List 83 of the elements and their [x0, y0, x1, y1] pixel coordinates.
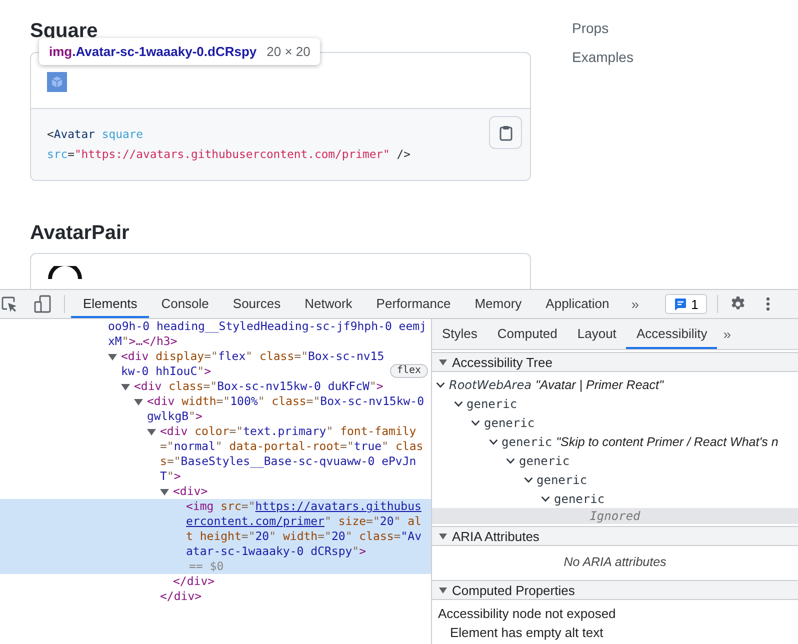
panel-tab[interactable]: Performance	[364, 290, 463, 318]
accessibility-name: "Skip to content Primer / React What's n	[556, 434, 778, 448]
sidebar-tab[interactable]: Styles	[432, 319, 488, 349]
expand-triangle-icon[interactable]	[439, 586, 447, 594]
section-title: Computed Properties	[452, 582, 575, 598]
property-text: Element has empty alt text	[450, 625, 604, 640]
console-reference: == $0	[189, 559, 224, 573]
dom-node-row[interactable]: <div>	[0, 484, 431, 499]
dom-node-text: <div class="Box-sc-nv15kw-0 duKFcW">	[134, 379, 384, 394]
panel-tab[interactable]: Network	[292, 290, 364, 318]
dom-node-text: <div color="text.primary" font-family ="normal" data-portal-root="true" class="BaseStyles__Base-sc-qvuaww-0 ePvJnT">	[160, 424, 424, 484]
section-title: Accessibility Tree	[452, 354, 552, 370]
more-tabs-button[interactable]: »	[717, 319, 738, 349]
message-icon	[674, 298, 688, 310]
ignored-row[interactable]: Ignored	[432, 508, 798, 524]
clipboard-icon	[498, 124, 512, 140]
dom-node-text: </div>	[173, 574, 215, 589]
toc-link[interactable]: Examples	[572, 48, 634, 66]
accessibility-role[interactable]: generic	[554, 492, 605, 506]
sidebar-tab[interactable]: Computed	[487, 319, 568, 349]
element-selector: img.Avatar-sc-1waaaky-0.dCRspy	[49, 44, 257, 59]
accessibility-role[interactable]: generic	[502, 434, 552, 448]
section-heading: AvatarPair	[30, 222, 130, 244]
section-heading: Square	[30, 20, 99, 42]
dom-node-row[interactable]: oo9h-0 heading__StyledHeading-sc-jf9hph-0 eemjxM">…</h3>	[0, 319, 431, 349]
flex-badge[interactable]: flex	[390, 364, 428, 378]
accessibility-role[interactable]: generic	[484, 416, 535, 430]
dom-node-text: </div>	[160, 589, 202, 604]
dom-node-row[interactable]: <div color="text.primary" font-family ="normal" data-portal-root="true" class="BaseStyles__Base-sc-qvuaww-0 ePvJnT">	[0, 424, 431, 484]
section-header[interactable]: Accessibility Tree	[432, 352, 798, 372]
dom-node-text: oo9h-0 heading__StyledHeading-sc-jf9hph-0 eemjxM">…</h3>	[108, 319, 428, 349]
chevron-icon[interactable]	[488, 438, 498, 444]
avatar-image	[47, 72, 67, 92]
dom-node-row[interactable]: </div>	[0, 589, 431, 604]
section-header[interactable]: ARIA Attributes	[432, 526, 798, 546]
accessibility-role[interactable]: RootWebArea	[449, 378, 532, 392]
more-options-icon[interactable]	[766, 296, 770, 312]
toc-link[interactable]: Props	[572, 19, 634, 37]
expand-triangle-icon[interactable]	[108, 353, 117, 361]
expand-triangle-icon[interactable]	[439, 532, 447, 540]
expand-triangle-icon[interactable]	[160, 488, 169, 496]
chevron-icon[interactable]	[454, 400, 462, 406]
accessibility-role[interactable]: generic	[519, 454, 570, 468]
expand-triangle-icon[interactable]	[147, 428, 156, 436]
property-text: Accessibility node not exposed	[438, 606, 616, 621]
chevron-icon[interactable]	[471, 420, 480, 426]
dom-node-row[interactable]: <div class="Box-sc-nv15kw-0 duKFcW">	[0, 379, 431, 394]
accessibility-role[interactable]: generic	[536, 472, 588, 486]
dom-node-row[interactable]: <img src="https://avatars.githubusercontent.com/primer" size="20" alt height="20" width="20" class="Avatar-sc-1waaaky-0 dCRspy"> == $0	[0, 499, 431, 574]
dom-node-row[interactable]: <div width="100%" class="Box-sc-nv15kw-0 gwlkgB">	[0, 394, 431, 424]
dom-node-text: <div>	[173, 484, 208, 499]
accessibility-name: "Avatar | Primer React"	[535, 378, 664, 392]
more-tabs-button[interactable]: »	[621, 296, 654, 312]
dom-node-text: <div width="100%" class="Box-sc-nv15kw-0 gwlkgB">	[147, 394, 426, 424]
chevron-icon[interactable]	[541, 496, 550, 502]
element-size: 20 × 20	[266, 44, 310, 59]
panel-tab[interactable]: Elements	[71, 290, 150, 318]
expand-triangle-icon[interactable]	[134, 398, 143, 406]
expand-triangle-icon[interactable]	[121, 383, 130, 391]
panel-tab[interactable]: Sources	[220, 290, 293, 318]
expand-triangle-icon[interactable]	[439, 358, 447, 366]
dom-node-row[interactable]: </div>	[0, 574, 431, 589]
sidebar-tab[interactable]: Layout	[567, 319, 626, 349]
settings-icon[interactable]	[730, 296, 746, 312]
section-header[interactable]: Computed Properties	[432, 580, 798, 600]
accessibility-role[interactable]: generic	[466, 396, 518, 410]
sidebar-tab[interactable]: Accessibility	[626, 319, 718, 349]
chevron-icon[interactable]	[524, 476, 532, 482]
dom-node-row[interactable]: <div display="flex" class="Box-sc-nv15kw-0 hhIouC"> flex	[0, 349, 431, 379]
dom-node-text: <img src="https://avatars.githubusercontent.com/primer" size="20" alt height="20" width="20" class="Avatar-sc-1waaaky-0 dCRspy">	[186, 499, 423, 559]
chevron-icon[interactable]	[506, 458, 515, 464]
dom-node-text: <div display="flex" class="Box-sc-nv15kw-0 hhIouC">	[121, 349, 386, 379]
issues-button[interactable]: 1	[665, 294, 708, 314]
panel-tab[interactable]: Memory	[462, 290, 534, 318]
inspect-icon[interactable]	[1, 296, 18, 312]
device-icon[interactable]	[34, 295, 52, 313]
code-snippet: <Avatar square src="https://avatars.githubusercontent.com/primer" />	[47, 126, 410, 163]
copy-button[interactable]	[489, 116, 522, 149]
panel-tab[interactable]: Application	[534, 290, 622, 318]
section-title: ARIA Attributes	[452, 528, 540, 544]
empty-message: No ARIA attributes	[562, 554, 668, 571]
chevron-icon[interactable]	[436, 382, 445, 388]
panel-tab[interactable]: Console	[149, 290, 221, 318]
